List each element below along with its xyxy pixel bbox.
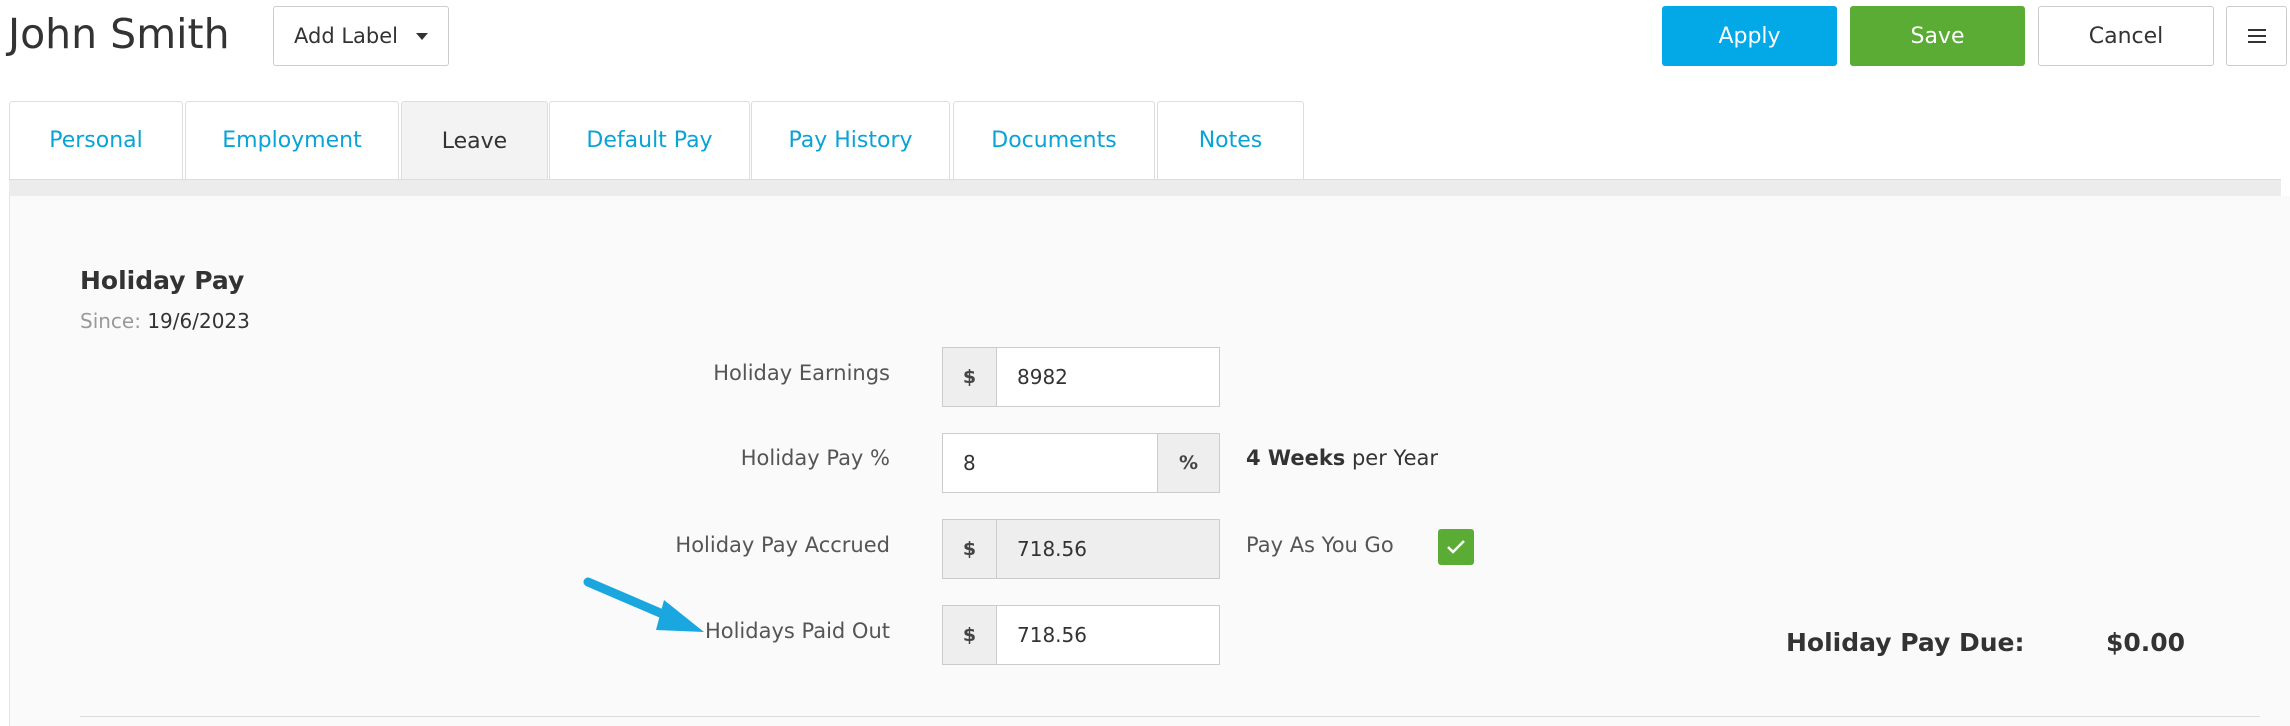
apply-button[interactable]: Apply (1662, 6, 1837, 66)
holiday-pay-accrued-field: 718.56 (996, 519, 1220, 579)
since-value: 19/6/2023 (147, 309, 250, 333)
divider (80, 716, 2260, 717)
section-title: Holiday Pay (80, 266, 245, 295)
add-label-dropdown[interactable]: Add Label (273, 6, 449, 66)
currency-addon: $ (942, 347, 997, 407)
pay-as-you-go-label: Pay As You Go (1246, 533, 1394, 557)
percent-addon: % (1157, 433, 1220, 493)
annotation-arrow-icon (583, 577, 704, 632)
since-date: Since: 19/6/2023 (80, 309, 250, 333)
more-menu-button[interactable] (2226, 6, 2287, 66)
tab-default-pay[interactable]: Default Pay (549, 101, 750, 179)
hamburger-menu-icon (2247, 29, 2266, 43)
tab-employment[interactable]: Employment (185, 101, 399, 179)
holiday-earnings-input[interactable]: 8982 (996, 347, 1220, 407)
weeks-per-year-text: 4 Weeks per Year (1246, 446, 1438, 470)
holiday-pay-percent-input[interactable]: 8 (942, 433, 1158, 493)
employee-name: John Smith (8, 10, 230, 58)
tab-personal[interactable]: Personal (9, 101, 183, 179)
chevron-down-icon (416, 33, 428, 40)
weeks-suffix: per Year (1345, 446, 1438, 470)
holiday-earnings-label: Holiday Earnings (713, 361, 890, 385)
weeks-count: 4 Weeks (1246, 446, 1346, 470)
holidays-paid-out-input[interactable]: 718.56 (996, 605, 1220, 665)
add-label-text: Add Label (294, 24, 398, 48)
holiday-pay-percent-label: Holiday Pay % (740, 446, 890, 470)
currency-addon: $ (942, 519, 997, 579)
checkmark-icon (1447, 540, 1465, 554)
currency-addon: $ (942, 605, 997, 665)
since-label: Since: (80, 309, 141, 333)
pay-as-you-go-checkbox[interactable] (1438, 529, 1474, 565)
save-button[interactable]: Save (1850, 6, 2025, 66)
tab-leave[interactable]: Leave (401, 101, 548, 181)
tab-notes[interactable]: Notes (1157, 101, 1304, 179)
tab-pay-history[interactable]: Pay History (751, 101, 950, 179)
tab-documents[interactable]: Documents (953, 101, 1155, 179)
holiday-pay-due-value: $0.00 (2106, 628, 2186, 657)
tabs-underline (9, 179, 2281, 196)
cancel-button[interactable]: Cancel (2038, 6, 2214, 66)
holiday-pay-accrued-label: Holiday Pay Accrued (675, 533, 890, 557)
holiday-pay-due-label: Holiday Pay Due: (1786, 628, 2025, 657)
